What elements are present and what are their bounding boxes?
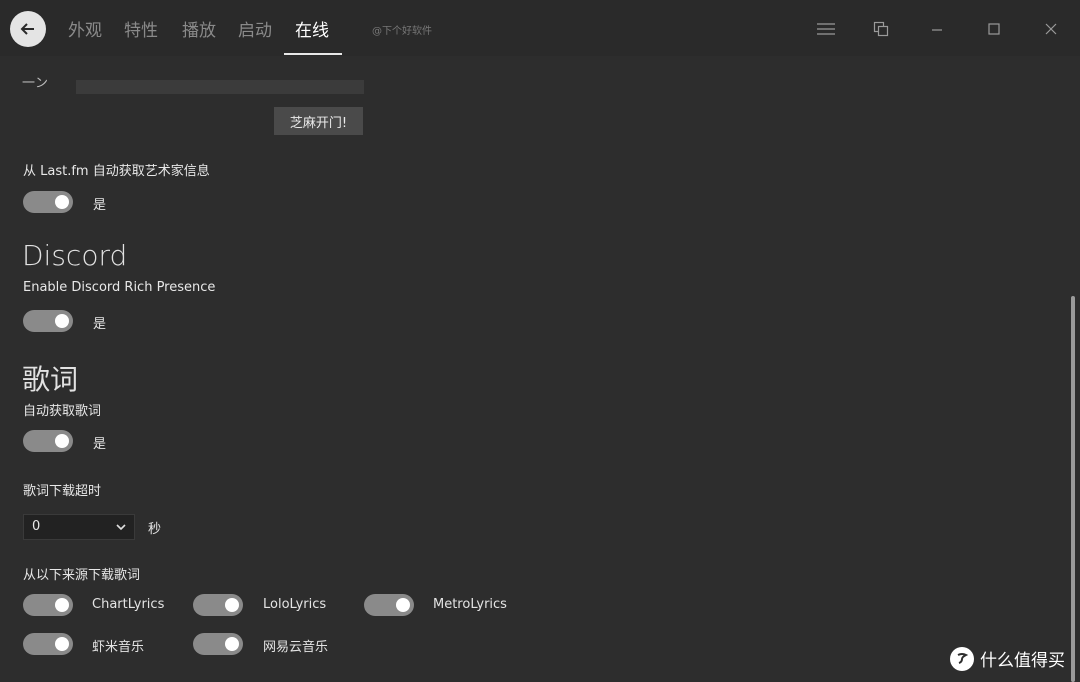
tab-features[interactable]: 特性 [124,16,158,41]
source-label-lololyrics: LoloLyrics [263,597,327,612]
source-toggle-lololyrics[interactable] [193,594,243,616]
source-toggle-netease[interactable] [193,633,243,655]
toggle-knob [225,637,239,651]
discord-rich-presence-toggle[interactable] [23,310,73,332]
tab-appearance[interactable]: 外观 [68,16,102,41]
tab-online[interactable]: 在线 [295,16,329,41]
chevron-down-icon [116,524,126,531]
brand-watermark: 什么值得买 [950,646,1065,671]
smzdm-logo-icon [950,646,974,671]
section-title-discord: Discord [22,239,128,272]
brand-watermark-text: 什么值得买 [980,651,1065,671]
lyrics-timeout-label: 歌词下载超时 [23,484,102,499]
hamburger-menu-icon [817,23,835,35]
lyrics-auto-fetch-label: 自动获取歌词 [23,404,102,419]
source-watermark: @下个好软件 [372,26,432,37]
maximize-button[interactable] [982,18,1006,40]
tab-playback[interactable]: 播放 [182,16,216,41]
miniplayer-icon [873,21,889,37]
lastfm-auto-fetch-label: 从 Last.fm 自动获取艺术家信息 [23,164,210,179]
back-button[interactable] [10,11,46,47]
back-arrow-icon [20,23,34,35]
lastfm-auto-fetch-toggle[interactable] [23,191,73,213]
toggle-state-text: 是 [93,437,107,452]
section-title-lyrics: 歌词 [22,363,79,396]
source-label-xiami: 虾米音乐 [92,640,145,655]
source-label-metrolyrics: MetroLyrics [433,597,507,612]
toggle-knob [55,314,69,328]
menu-button[interactable] [814,18,838,40]
toggle-state-text: 是 [93,198,107,213]
source-toggle-chartlyrics[interactable] [23,594,73,616]
source-toggle-xiami[interactable] [23,633,73,655]
lyrics-timeout-unit: 秒 [148,522,162,537]
minimize-icon [932,29,942,31]
source-label-chartlyrics: ChartLyrics [92,597,165,612]
toggle-state-text: 是 [93,317,107,332]
toggle-knob [55,195,69,209]
source-toggle-metrolyrics[interactable] [364,594,414,616]
lyrics-timeout-value: 0 [32,519,41,534]
toggle-knob [55,598,69,612]
close-icon [1045,23,1057,35]
source-label-netease: 网易云音乐 [263,640,329,655]
toggle-knob [55,637,69,651]
lyrics-timeout-select[interactable]: 0 [23,514,135,540]
tab-startup[interactable]: 启动 [238,16,272,41]
minimize-button[interactable] [925,18,949,40]
toggle-knob [396,598,410,612]
vertical-scrollbar[interactable] [1071,296,1075,682]
miniplayer-button[interactable] [869,18,893,40]
title-bar: 外观 特性 播放 启动 在线 @下个好软件 [0,0,1080,56]
lyrics-auto-fetch-toggle[interactable] [23,430,73,452]
lastfm-input[interactable] [76,80,364,94]
open-sesame-button[interactable]: 芝麻开门! [274,107,363,135]
active-tab-indicator [284,53,342,55]
maximize-icon [988,23,1000,35]
lastfm-field-label: 一ン [22,76,49,91]
discord-rich-presence-label: Enable Discord Rich Presence [23,280,216,295]
toggle-knob [225,598,239,612]
close-button[interactable] [1039,18,1063,40]
toggle-knob [55,434,69,448]
lyrics-sources-label: 从以下来源下载歌词 [23,568,141,583]
